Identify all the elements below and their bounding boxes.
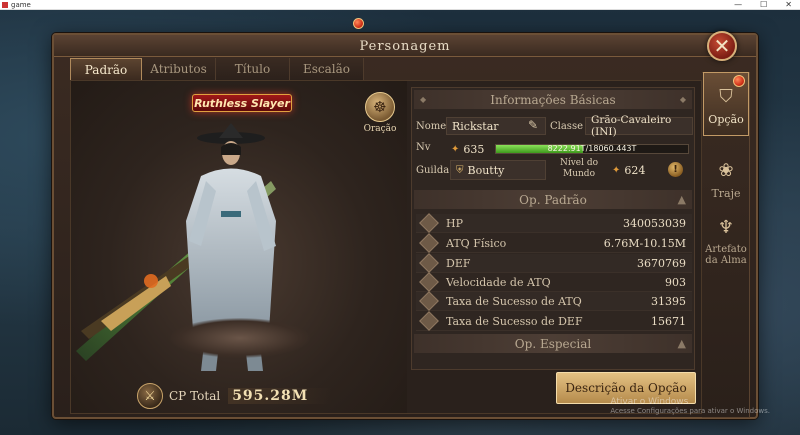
character-viewport[interactable] [71,81,407,413]
collapse-icon: ▲ [677,337,686,350]
level-value: 635 [463,142,485,156]
attack-icon [419,233,439,253]
sidebar-label: Opção [708,112,744,126]
class-label: Classe [550,121,583,132]
world-level-icon: ✦ [612,164,621,176]
basic-info-title: Informações Básicas [490,92,616,107]
tab-titulo[interactable]: Título [216,58,290,80]
attack-speed-icon [419,272,439,292]
panel-title: Personagem [359,39,451,54]
sidebar-label: Artefato da Alma [705,244,747,266]
name-value: Rickstar [452,119,499,133]
guild-field[interactable]: ⛨ Boutty [450,160,546,180]
stat-label: Velocidade de ATQ [446,275,551,289]
os-title-bar: game — ☐ ✕ [0,0,800,10]
tab-escalao[interactable]: Escalão [290,58,364,80]
cp-value: 595.28M [228,388,333,404]
stat-row-hp: HP 340053039 [416,213,692,233]
stat-label: HP [446,216,463,230]
notification-dot [733,75,745,87]
os-window-title: game [11,0,31,9]
stat-row-atq: ATQ Físico 6.76M-10.15M [416,233,692,253]
character-pedestal [170,318,310,358]
stat-label: ATQ Físico [446,236,507,250]
os-close-button[interactable]: ✕ [785,0,792,9]
close-button[interactable]: ✕ [707,31,737,61]
app-icon [2,1,8,8]
watermark-title: Ativar o Windows [610,397,689,407]
cp-label: CP Total [169,389,221,403]
combat-power-row: ⚔ CP Total 595.28M [137,382,333,410]
standard-ops-title: Op. Padrão [519,192,587,207]
sidebar-item-traje[interactable]: ❀ Traje [703,146,749,210]
level-label: Nv [416,142,431,153]
stat-value: 3670769 [637,256,686,270]
stat-row-hit-rate: Taxa de Sucesso de ATQ 31395 [416,291,692,311]
watermark-text: Acesse Configurações para ativar o Windo… [610,407,770,415]
defense-rate-icon [419,311,439,331]
stat-value: 903 [665,275,686,289]
stat-row-atk-speed: Velocidade de ATQ 903 [416,272,692,292]
level-field: ✦ 635 [446,140,492,158]
helmet-icon: ⛉ [719,86,733,107]
standard-ops-header[interactable]: Op. Padrão ▲ [414,190,692,209]
level-wings-icon: ✦ [451,143,460,155]
guild-label: Guilda [416,165,450,176]
stat-value: 31395 [651,294,686,308]
costume-icon: ❀ [718,160,734,181]
stat-value: 15671 [651,314,686,328]
prayer-label: Oração [363,124,397,134]
hit-rate-icon [419,291,439,311]
artifact-icon: ♆ [717,216,735,238]
class-field: Grão-Cavaleiro (INI) [585,114,693,138]
guild-value: Boutty [467,163,505,177]
hp-icon [419,213,439,233]
tab-padrao[interactable]: Padrão [70,58,142,80]
stat-label: DEF [446,256,471,270]
maximize-button[interactable]: ☐ [760,0,767,9]
stat-value: 340053039 [623,216,686,230]
stat-value: 6.76M-10.15M [603,236,686,250]
class-value: Grão-Cavaleiro (INI) [591,114,672,138]
crossed-swords-icon: ⚔ [137,383,163,409]
prayer-button[interactable]: ☸ Oração [362,92,398,138]
stat-label: Taxa de Sucesso de ATQ [446,294,582,308]
stat-row-def: DEF 3670769 [416,253,692,273]
tab-atributos[interactable]: Atributos [142,58,216,80]
collapse-icon: ▲ [677,193,686,206]
world-level-label: Nível do Mundo [559,158,599,179]
world-level-info-button[interactable]: ! [668,162,683,177]
sidebar-item-artefato[interactable]: ♆ Artefato da Alma [703,214,749,266]
special-ops-header[interactable]: Op. Especial ▲ [414,334,692,353]
guild-emblem-icon: ⛨ [456,164,464,176]
experience-text: 8222.91T/18060.443T [547,144,637,153]
minimize-button[interactable]: — [734,0,742,9]
experience-bar: 8222.91T/18060.443T [495,144,689,154]
sidebar-label: Traje [711,186,741,200]
close-icon: ✕ [713,34,731,58]
diamond-icon: ◆ [679,95,686,104]
tab-bar: Padrão Atributos Título Escalão [70,58,364,80]
rank-title-badge: Ruthless Slayer [192,94,292,112]
diamond-icon: ◆ [420,95,427,104]
stat-label: Taxa de Sucesso de DEF [446,314,583,328]
world-level-field: ✦ 624 [607,160,662,180]
name-label: Nome [416,121,447,132]
stat-row-def-rate: Taxa de Sucesso de DEF 15671 [416,311,692,331]
panel-title-bar: Personagem [54,35,756,57]
prayer-icon: ☸ [365,92,395,122]
defense-icon [419,253,439,273]
notification-dot [353,18,364,29]
world-level-value: 624 [624,163,646,177]
windows-activation-watermark: Ativar o Windows Acesse Configurações pa… [610,398,770,416]
edit-name-icon[interactable]: ✎ [528,118,538,132]
special-ops-title: Op. Especial [514,336,592,351]
basic-info-header: ◆ Informações Básicas ◆ [414,90,692,109]
character-model [76,123,276,371]
